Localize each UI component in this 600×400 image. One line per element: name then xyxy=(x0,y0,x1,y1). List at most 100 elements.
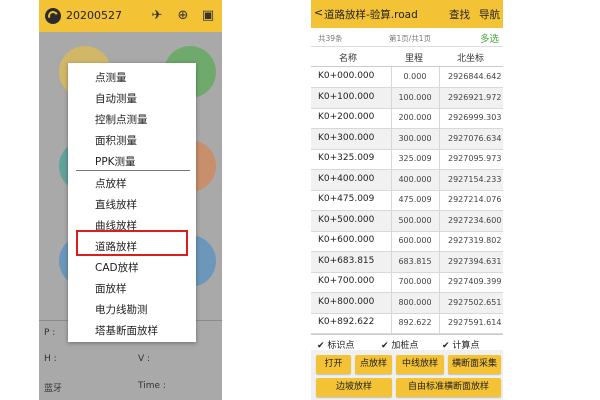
menu-item-road-stakeout[interactable]: 道路放样 xyxy=(95,239,137,254)
nav-button[interactable]: 导航 xyxy=(479,7,500,22)
survey-menu-popup: 点测量 自动测量 控制点测量 面积测量 PPK测量 点放样 直线放样 曲线放样 … xyxy=(68,63,196,342)
menu-item-surface-stakeout[interactable]: 面放样 xyxy=(95,281,127,296)
multi-select-button[interactable]: 多选 xyxy=(480,31,499,45)
find-button[interactable]: 查找 xyxy=(449,7,470,22)
cell-name: K0+500.000 xyxy=(318,214,375,225)
table-row[interactable]: K0+000.000 0.000 2926844.642 xyxy=(311,67,503,88)
table-row[interactable]: K0+100.000 100.000 2926921.972 xyxy=(311,87,503,109)
left-top-bar: 20200527 ✈ ⊕ ▣ xyxy=(39,0,222,32)
right-top-bar: < 道路放样-验算.road 查找 导航 xyxy=(311,0,503,28)
point-stakeout-button[interactable]: 点放样 xyxy=(355,355,392,374)
free-cross-section-stakeout-button[interactable]: 自由标准横断面放样 xyxy=(396,378,501,397)
cell-north: 2927234.600 xyxy=(448,215,502,225)
cell-mileage: 600.000 xyxy=(398,236,432,245)
open-button[interactable]: 打开 xyxy=(316,355,351,374)
cell-name: K0+325.009 xyxy=(318,153,375,163)
cell-name: K0+892.622 xyxy=(318,317,375,327)
cell-name: K0+475.009 xyxy=(318,194,375,204)
cell-name: K0+000.000 xyxy=(318,71,375,81)
table-row[interactable]: K0+475.009 475.009 2927214.076 xyxy=(311,190,503,211)
cell-north: 2927394.631 xyxy=(448,256,502,266)
menu-item-powerline-survey[interactable]: 电力线勘测 xyxy=(95,302,148,317)
info-v: V : xyxy=(138,354,151,364)
table-row[interactable]: K0+600.000 600.000 2927319.802 xyxy=(311,231,503,252)
cell-mileage: 800.000 xyxy=(398,297,432,307)
table-row[interactable]: K0+400.000 400.000 2927154.233 xyxy=(311,169,503,191)
cell-mileage: 200.000 xyxy=(398,113,432,122)
cell-mileage: 300.000 xyxy=(398,133,432,143)
slope-stakeout-button[interactable]: 边坡放样 xyxy=(316,378,392,397)
cell-name: K0+400.000 xyxy=(318,173,375,184)
cell-north: 2926844.642 xyxy=(448,72,502,81)
menu-item-area-survey[interactable]: 面积测量 xyxy=(95,133,137,148)
table-row[interactable]: K0+700.000 700.000 2927409.399 xyxy=(311,272,503,293)
menu-item-control-point[interactable]: 控制点测量 xyxy=(95,112,148,127)
cell-mileage: 500.000 xyxy=(398,215,432,225)
menu-item-point-stakeout[interactable]: 点放样 xyxy=(95,176,127,191)
cell-north: 2927502.651 xyxy=(448,297,502,307)
satellite-icon[interactable]: ✈ xyxy=(149,8,165,24)
total-count: 共39条 xyxy=(318,34,343,43)
cell-north: 2926999.303 xyxy=(448,113,502,122)
cell-mileage: 0.000 xyxy=(403,72,427,81)
cell-north: 2927409.399 xyxy=(448,277,502,286)
table-row[interactable]: K0+325.009 325.009 2927095.973 xyxy=(311,149,503,170)
col-north-header[interactable]: 北坐标 xyxy=(457,51,484,64)
cell-mileage: 100.000 xyxy=(398,92,432,102)
settings-window-icon[interactable]: ▣ xyxy=(200,8,216,24)
cell-name: K0+683.815 xyxy=(318,255,375,266)
project-code: 20200527 xyxy=(66,9,122,22)
cell-mileage: 475.009 xyxy=(398,195,432,204)
col-mileage-header[interactable]: 里程 xyxy=(405,51,423,64)
table-row[interactable]: K0+300.000 300.000 2927076.634 xyxy=(311,128,503,150)
menu-item-cad-stakeout[interactable]: CAD放样 xyxy=(95,260,139,275)
table-header: 名称 里程 北坐标 xyxy=(311,46,503,67)
menu-item-tower-section[interactable]: 塔基断面放样 xyxy=(95,323,158,338)
menu-separator xyxy=(76,170,190,171)
cell-name: K0+100.000 xyxy=(318,91,375,102)
cell-mileage: 700.000 xyxy=(398,277,432,286)
cell-north: 2927095.973 xyxy=(448,154,502,163)
cell-name: K0+700.000 xyxy=(318,276,375,286)
cell-name: K0+200.000 xyxy=(318,112,375,122)
info-time: Time : xyxy=(138,381,166,391)
menu-item-line-stakeout[interactable]: 直线放样 xyxy=(95,197,137,212)
checkbox-bar: ✔ 标识点 ✔ 加桩点 ✔ 计算点 xyxy=(311,334,503,351)
cell-north: 2927154.233 xyxy=(448,174,502,184)
cell-north: 2927214.076 xyxy=(448,195,502,204)
info-p: P : xyxy=(44,328,56,338)
cell-name: K0+600.000 xyxy=(318,235,375,245)
cell-mileage: 400.000 xyxy=(398,174,432,184)
col-divider-2 xyxy=(439,67,440,334)
cell-mileage: 683.815 xyxy=(398,256,432,266)
cell-north: 2926921.972 xyxy=(448,92,502,102)
col-name-header[interactable]: 名称 xyxy=(339,51,357,64)
info-bluetooth: 蓝牙 xyxy=(44,384,63,394)
centerline-stakeout-button[interactable]: 中线放样 xyxy=(396,355,444,374)
page-indicator: 第1页/共1页 xyxy=(389,34,432,43)
cell-name: K0+800.000 xyxy=(318,296,375,307)
table-row[interactable]: K0+800.000 800.000 2927502.651 xyxy=(311,292,503,314)
cross-section-collect-button[interactable]: 横断面采集 xyxy=(448,355,501,374)
cell-north: 2927591.614 xyxy=(448,318,502,327)
menu-item-point-survey[interactable]: 点测量 xyxy=(95,70,127,85)
table-row[interactable]: K0+500.000 500.000 2927234.600 xyxy=(311,210,503,232)
cell-north: 2927319.802 xyxy=(448,236,502,245)
bottom-button-area: 打开 点放样 中线放样 横断面采集 边坡放样 自由标准横断面放样 xyxy=(311,350,503,400)
menu-item-auto-survey[interactable]: 自动测量 xyxy=(95,91,137,106)
menu-item-ppk-survey[interactable]: PPK测量 xyxy=(95,154,136,169)
cell-north: 2927076.634 xyxy=(448,133,502,143)
table-row[interactable]: K0+683.815 683.815 2927394.631 xyxy=(311,251,503,273)
page-title: 道路放样-验算.road xyxy=(324,9,418,21)
cell-mileage: 892.622 xyxy=(398,318,432,327)
info-h: H : xyxy=(44,354,57,364)
table-row[interactable]: K0+200.000 200.000 2926999.303 xyxy=(311,108,503,129)
app-logo-icon xyxy=(45,8,61,24)
back-chevron-icon[interactable]: < xyxy=(314,6,323,19)
right-phone-screen: < 道路放样-验算.road 查找 导航 共39条 第1页/共1页 多选 名称 … xyxy=(311,0,503,400)
cell-mileage: 325.009 xyxy=(398,154,432,163)
cell-name: K0+300.000 xyxy=(318,132,375,143)
col-divider-1 xyxy=(391,67,392,334)
gps-target-icon[interactable]: ⊕ xyxy=(175,8,191,24)
table-row[interactable]: K0+892.622 892.622 2927591.614 xyxy=(311,313,503,334)
